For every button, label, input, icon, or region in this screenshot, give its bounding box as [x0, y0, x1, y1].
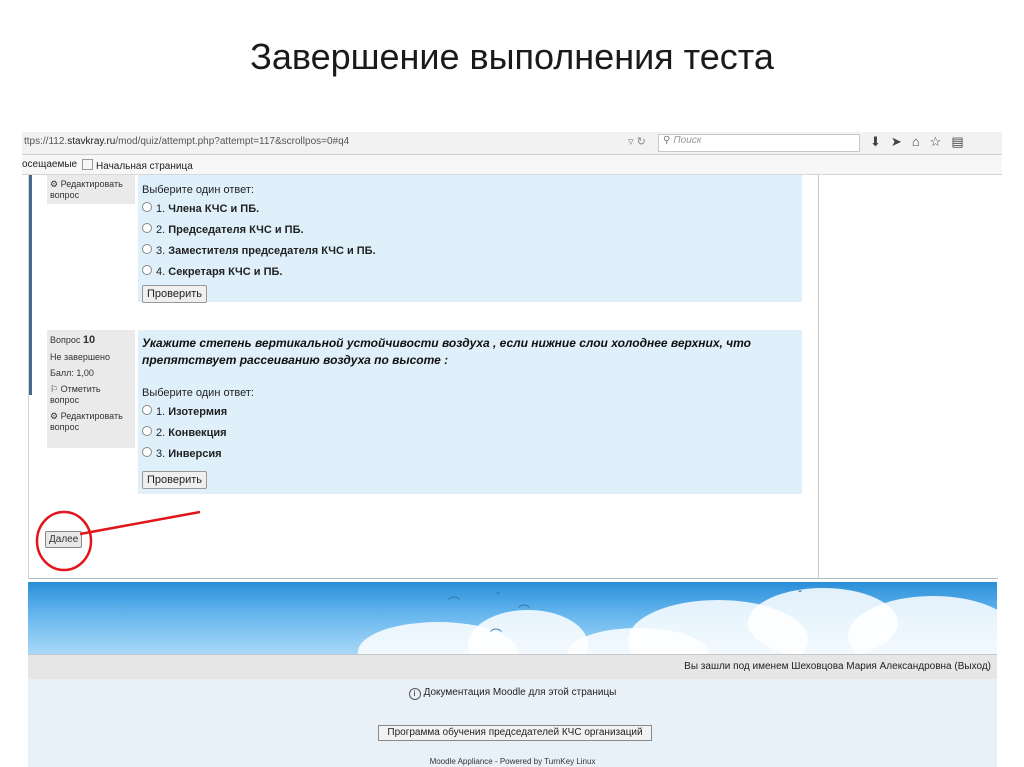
bird-icon: ˇ: [798, 588, 802, 602]
right-column: [818, 175, 999, 579]
browser-screenshot: ttps://112.stavkray.ru/mod/quiz/attempt.…: [22, 132, 1002, 767]
powered-by: Moodle Appliance - Powered by TurnKey Li…: [429, 757, 596, 766]
radio-icon[interactable]: [142, 265, 152, 275]
answer-option[interactable]: 3. Заместителя председателя КЧС и ПБ.: [142, 244, 376, 257]
search-icon: ⚲: [663, 135, 671, 146]
next-button[interactable]: Далее: [45, 531, 83, 548]
info-icon: i: [408, 688, 421, 700]
flag-question-link[interactable]: ⚐ Отметить вопрос: [50, 384, 132, 405]
edit-question-link[interactable]: ⚙ Редактировать вопрос: [50, 179, 132, 200]
radio-icon[interactable]: [142, 202, 152, 212]
question-text: Укажите степень вертикальной устойчивост…: [142, 336, 751, 367]
download-icon[interactable]: ⬇: [870, 134, 891, 149]
bookmarks-icon[interactable]: ▤: [951, 134, 973, 149]
bookmark-start-page[interactable]: Начальная страница: [82, 159, 193, 172]
toolbar-icons: ⬇➤⌂☆▤: [870, 134, 974, 150]
bird-icon: ⌒: [448, 596, 461, 610]
answer-option[interactable]: 1. Изотермия: [142, 405, 227, 418]
star-icon[interactable]: ☆: [930, 134, 952, 149]
slide-title: Завершение выполнения теста: [250, 36, 774, 77]
left-accent: [29, 175, 32, 395]
bird-icon: ⌒: [490, 628, 503, 642]
question-10-content: Укажите степень вертикальной устойчивост…: [138, 330, 802, 494]
answer-option[interactable]: 3. Инверсия: [142, 447, 222, 460]
browser-address-bar: ttps://112.stavkray.ru/mod/quiz/attempt.…: [22, 132, 1002, 155]
radio-icon[interactable]: [142, 405, 152, 415]
search-input[interactable]: ⚲ Поиск: [658, 134, 860, 152]
bookmarks-bar: осещаемые Начальная страница: [22, 155, 1002, 175]
login-info: Вы зашли под именем Шеховцова Мария Алек…: [684, 661, 991, 672]
answer-option[interactable]: 1. Члена КЧС и ПБ.: [142, 202, 259, 215]
bird-icon: ⌒: [518, 604, 531, 618]
gear-icon: ⚙: [50, 411, 59, 421]
user-profile-link[interactable]: Шеховцова Мария Александровна: [791, 661, 951, 672]
reload-icon[interactable]: ▿ ↻: [628, 135, 646, 148]
course-button[interactable]: Программа обучения председателей КЧС орг…: [378, 725, 652, 741]
question-status: Не завершено: [50, 352, 111, 362]
flag-icon: ⚐: [50, 384, 59, 394]
cloud-banner: ⌒ ˇ ⌒ ˇ ⌒: [28, 582, 997, 654]
answer-option[interactable]: 2. Председателя КЧС и ПБ.: [142, 223, 304, 236]
check-button[interactable]: Проверить: [142, 471, 208, 489]
login-info-bar: Вы зашли под именем Шеховцова Мария Алек…: [28, 654, 997, 680]
page-footer: i Документация Moodle для этой страницы П…: [28, 679, 997, 767]
radio-icon[interactable]: [142, 426, 152, 436]
answer-prompt: Выберите один ответ:: [142, 184, 254, 196]
question-info-9: ⚙ Редактировать вопрос: [47, 175, 135, 204]
logout-link[interactable]: (Выход): [954, 661, 991, 672]
edit-question-link[interactable]: ⚙ Редактировать вопрос: [50, 411, 132, 432]
question-score: Балл: 1,00: [50, 368, 94, 378]
answer-option[interactable]: 2. Конвекция: [142, 426, 227, 439]
radio-icon[interactable]: [142, 447, 152, 457]
url-field[interactable]: ttps://112.stavkray.ru/mod/quiz/attempt.…: [24, 136, 349, 147]
page-icon: [82, 159, 93, 170]
check-button[interactable]: Проверить: [142, 285, 208, 303]
radio-icon[interactable]: [142, 223, 152, 233]
home-icon[interactable]: ⌂: [912, 134, 930, 149]
moodle-docs-link[interactable]: i Документация Moodle для этой страницы: [28, 687, 997, 700]
bookmark-most-visited[interactable]: осещаемые: [22, 159, 77, 170]
content-divider: [29, 578, 998, 579]
moodle-page: ⚙ Редактировать вопрос Выберите один отве…: [28, 175, 999, 579]
question-number: Вопрос 10: [50, 334, 96, 346]
gear-icon: ⚙: [50, 179, 59, 189]
send-icon[interactable]: ➤: [891, 134, 912, 149]
question-9-content: Выберите один ответ: 1. Члена КЧС и ПБ. …: [138, 175, 802, 303]
answer-option[interactable]: 4. Секретаря КЧС и ПБ.: [142, 265, 282, 278]
answer-prompt: Выберите один ответ:: [142, 387, 254, 399]
question-info-10: Вопрос 10 Не завершено Балл: 1,00 ⚐ Отме…: [47, 330, 135, 448]
radio-icon[interactable]: [142, 244, 152, 254]
bird-icon: ˇ: [496, 590, 500, 604]
